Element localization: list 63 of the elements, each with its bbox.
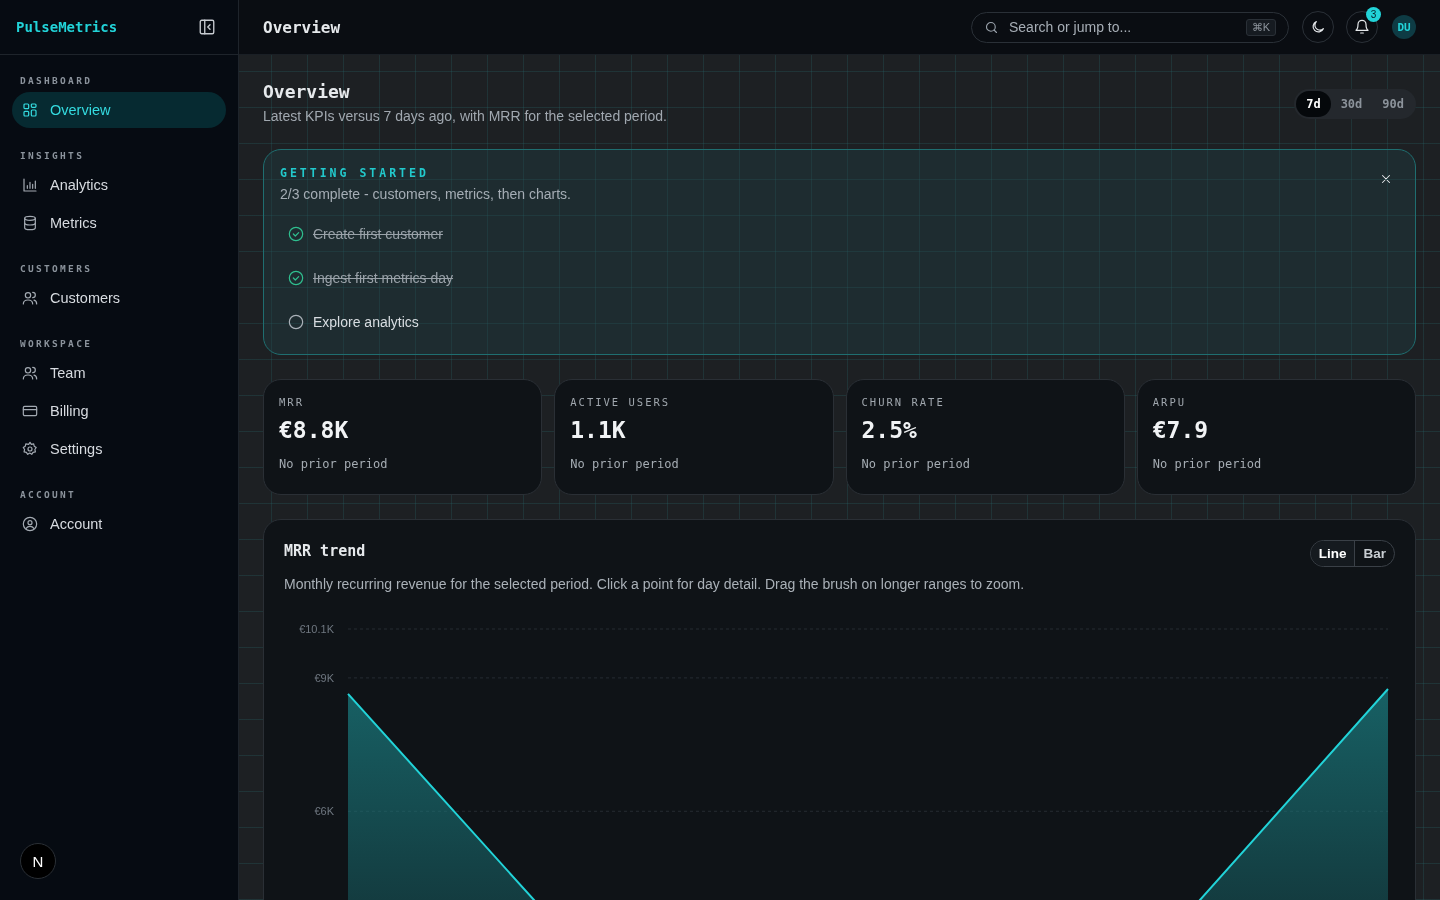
page-heading: Overview (263, 81, 351, 102)
grid-icon (22, 102, 38, 118)
kpi-note: No prior period (279, 457, 389, 471)
kpi-note: No prior period (1152, 457, 1263, 471)
progress-text: 2/3 complete - customers, metrics, then charts. (280, 186, 572, 202)
nav-item[interactable]: Metrics (12, 205, 226, 241)
range-tab[interactable]: 7d (1296, 91, 1331, 117)
card-icon (22, 403, 38, 419)
chart-mode-tab[interactable]: Line (1310, 541, 1355, 566)
section-label: DASHBOARD (19, 74, 94, 88)
nav-item[interactable]: Settings (12, 431, 226, 467)
nav-item[interactable]: Overview (12, 92, 226, 128)
nav-item[interactable]: Team (12, 355, 226, 391)
range-tab[interactable]: 30d (1330, 91, 1373, 117)
user-avatar[interactable]: DU (1392, 15, 1416, 39)
bell-icon (1354, 19, 1370, 35)
page-title: Overview (263, 17, 342, 37)
axis-tick-label: €6K (314, 805, 334, 818)
search-input[interactable]: Search or jump to... (1007, 18, 1238, 36)
page-subtitle: Latest KPIs versus 7 days ago, with MRR for the selected period. (263, 108, 667, 124)
settings-icon (22, 441, 38, 457)
close-icon (1379, 172, 1393, 186)
nav-item[interactable]: Billing (12, 393, 226, 429)
step-label: Ingest first metrics day (313, 270, 454, 286)
axis-tick-label: €10.1K (299, 623, 334, 635)
kpi-value: €8.8K (279, 417, 350, 443)
kpi-label: MRR (279, 396, 305, 408)
kpi-value: 2.5% (861, 417, 918, 443)
close-button[interactable] (1379, 172, 1393, 186)
axis-tick-label: €9K (314, 671, 334, 684)
range-tab[interactable]: 90d (1372, 91, 1414, 117)
kpi-label: ACTIVE USERS (570, 396, 672, 408)
step-label: Explore analytics (313, 314, 419, 330)
shortcut-hint: ⌘K (1245, 18, 1276, 36)
sidebar-toggle-icon[interactable] (198, 18, 216, 36)
brand-logo: PulseMetrics (16, 19, 118, 35)
section-label: WORKSPACE (19, 337, 94, 351)
kpi-label: ARPU (1152, 396, 1188, 408)
kpi-note: No prior period (861, 457, 971, 471)
users-icon (22, 365, 38, 381)
nav-item[interactable]: Analytics (12, 167, 226, 203)
kpi-value: 1.1K (570, 417, 627, 443)
section-label: ACCOUNT (19, 488, 78, 502)
users-icon (22, 290, 38, 306)
kpi-note: No prior period (570, 457, 680, 471)
nav-item[interactable]: Account (12, 506, 226, 542)
section-label: INSIGHTS (19, 149, 86, 163)
section-label: CUSTOMERS (19, 262, 94, 276)
chart-title: MRR trend (284, 542, 366, 562)
kpi-value: €7.9 (1152, 417, 1210, 443)
notification-count: 3 (1366, 7, 1381, 22)
dev-badge[interactable]: N (20, 843, 56, 879)
database-icon (22, 215, 38, 231)
kpi-label: CHURN RATE (861, 396, 946, 408)
step-label: Create first customer (313, 226, 443, 242)
nav-item[interactable]: Customers (12, 280, 226, 316)
card-heading: GETTING STARTED (280, 166, 429, 180)
moon-icon (1310, 19, 1326, 35)
bar-chart-icon (22, 177, 38, 193)
search-icon (984, 19, 999, 35)
chart-description: Monthly recurring revenue for the selected period. Click a point for day detail. Drag the brush on longer ranges to zoom. (283, 575, 1026, 592)
chart-mode-tab[interactable]: Bar (1354, 541, 1394, 566)
account-icon (22, 516, 38, 532)
